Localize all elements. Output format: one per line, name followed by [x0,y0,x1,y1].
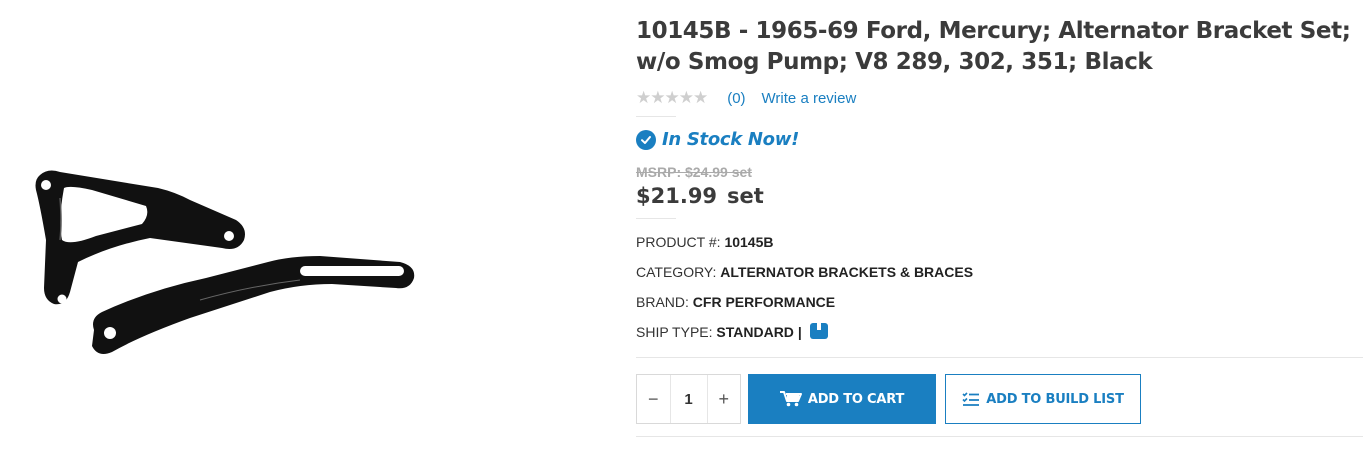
spec-product-number: PRODUCT #: 10145B [636,227,1361,257]
add-to-build-list-button[interactable]: ADD TO BUILD LIST [945,374,1141,424]
price-unit: set [727,184,764,208]
add-to-build-list-label: ADD TO BUILD LIST [986,391,1124,407]
spec-category: CATEGORY: ALTERNATOR BRACKETS & BRACES [636,257,1361,287]
bracket-image [35,170,415,354]
divider [636,357,1363,358]
price: $21.99 set [636,184,1361,208]
spec-value: 10145B [724,234,774,250]
package-icon[interactable] [809,323,828,339]
msrp-price: MSRP: $24.99 set [636,164,752,180]
spec-label: CATEGORY: [636,264,717,280]
product-info: 10145B - 1965-69 Ford, Mercury; Alternat… [636,16,1363,437]
cart-row: − + ADD TO CART ADD TO BUILD LIST [636,374,1361,424]
checklist-icon [962,392,980,406]
spec-value: STANDARD [716,324,794,340]
write-review-link[interactable]: Write a review [762,90,857,107]
add-to-cart-label: ADD TO CART [807,391,905,407]
spec-brand: BRAND: CFR PERFORMANCE [636,287,1361,317]
stock-status: In Stock Now! [636,129,1361,150]
star-rating-icon[interactable]: ★★★★★ [636,88,708,108]
spec-separator: | [797,324,802,340]
quantity-input[interactable] [669,375,708,423]
review-count[interactable]: (0) [727,90,745,107]
quantity-increase-button[interactable]: + [708,375,741,423]
divider [636,218,676,219]
price-value: $21.99 [636,184,718,208]
spec-label: SHIP TYPE: [636,324,713,340]
brand-link[interactable]: CFR PERFORMANCE [693,294,835,310]
spec-label: PRODUCT #: [636,234,721,250]
rating-row: ★★★★★ (0) Write a review [636,88,1361,108]
add-to-cart-button[interactable]: ADD TO CART [748,374,936,424]
cart-icon [779,391,802,407]
quantity-decrease-button[interactable]: − [637,375,670,423]
category-link[interactable]: ALTERNATOR BRACKETS & BRACES [720,264,973,280]
spec-label: BRAND: [636,294,689,310]
check-circle-icon [636,129,656,150]
divider [636,436,1363,437]
divider [636,116,676,117]
spec-ship-type: SHIP TYPE: STANDARD | [636,317,1361,347]
product-image[interactable] [0,0,600,457]
stock-text: In Stock Now! [662,129,799,150]
product-title: 10145B - 1965-69 Ford, Mercury; Alternat… [636,18,1351,75]
quantity-stepper: − + [636,374,741,424]
